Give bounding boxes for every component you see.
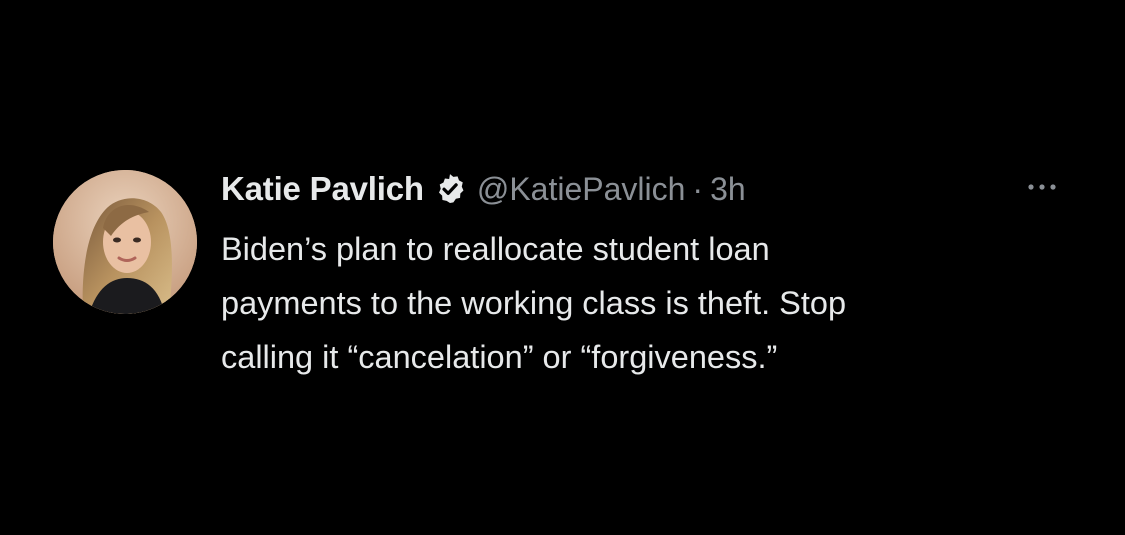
avatar[interactable]: [53, 170, 197, 314]
separator-dot: ·: [692, 170, 704, 207]
more-options-icon[interactable]: [1012, 175, 1072, 199]
tweet-timestamp[interactable]: 3h: [710, 171, 746, 208]
tweet-text-line: Biden’s plan to reallocate student loan: [221, 231, 770, 267]
tweet-text-line: calling it “cancelation” or “forgiveness…: [221, 339, 778, 375]
tweet-header: Katie Pavlich @KatiePavlich · 3h: [221, 164, 746, 214]
verified-badge-icon: [433, 172, 467, 206]
tweet-text-line: payments to the working class is theft. …: [221, 285, 847, 321]
tweet-text: Biden’s plan to reallocate student loan …: [221, 222, 1081, 384]
tweet: Katie Pavlich @KatiePavlich · 3h Biden’s…: [0, 0, 1125, 535]
avatar-image: [53, 170, 197, 314]
author-display-name[interactable]: Katie Pavlich: [221, 170, 424, 208]
author-handle[interactable]: @KatiePavlich: [477, 171, 686, 208]
